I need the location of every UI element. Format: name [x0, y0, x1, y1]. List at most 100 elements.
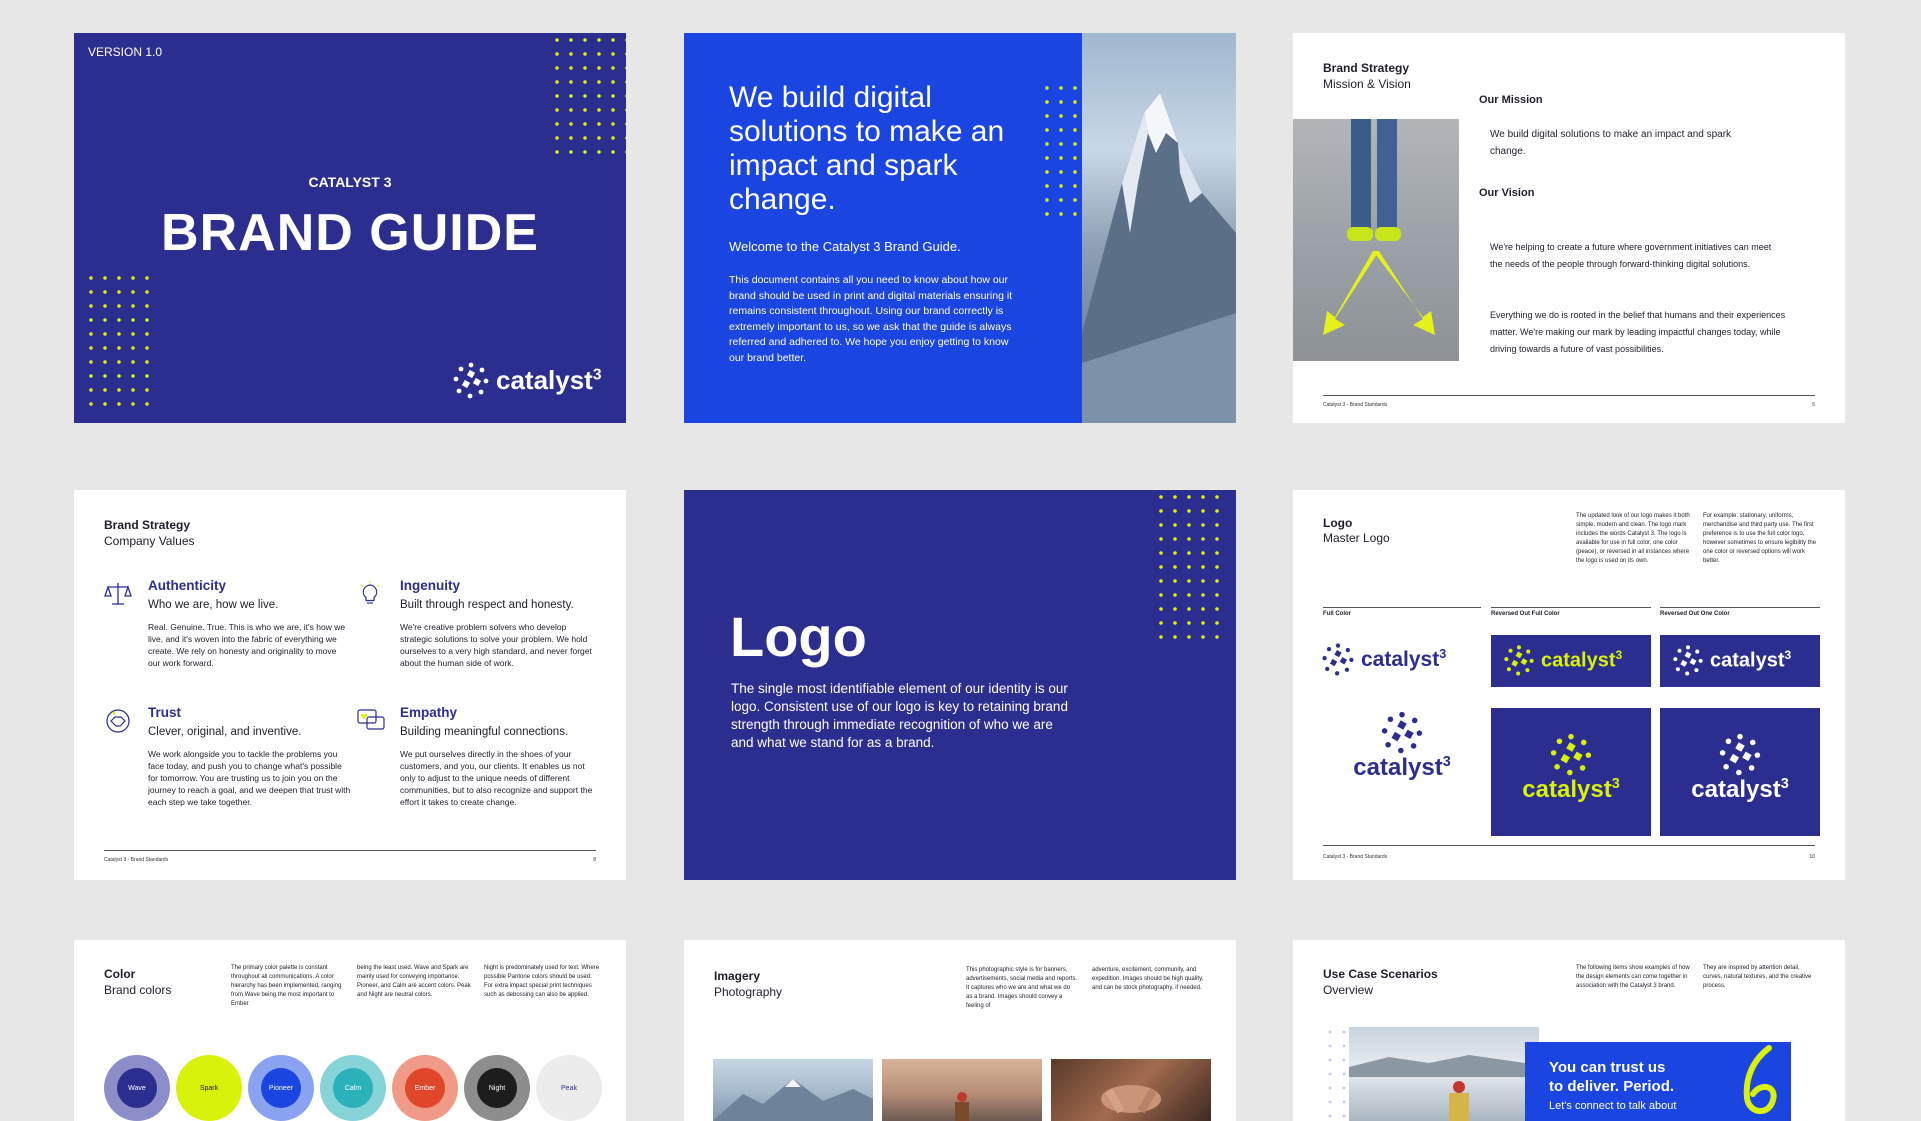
logo-full-color-horizontal: catalyst3 — [1321, 642, 1446, 676]
footer-rule — [1323, 845, 1815, 846]
color-swatch: Night — [464, 1055, 530, 1121]
dot-pattern — [1040, 81, 1084, 221]
dot-pattern — [84, 271, 150, 411]
value-title: Trust — [148, 705, 182, 720]
page-number: 8 — [593, 857, 596, 863]
section-subtitle: Brand colors — [104, 983, 172, 997]
value-tagline: Building meaningful connections. — [400, 726, 569, 738]
section-title: Color — [104, 967, 136, 981]
color-swatch-label: Calm — [344, 1084, 362, 1092]
chat-heart-icon — [357, 709, 385, 730]
section-subtitle: Mission & Vision — [1323, 77, 1411, 91]
logo-reversed-full-horizontal: catalyst3 — [1491, 635, 1651, 687]
logo-reversed-full-stacked: catalyst3 — [1491, 708, 1651, 836]
cover-pretitle: CATALYST 3 — [308, 174, 392, 190]
logo-usage-text: For example: stationary, uniforms, merch… — [1703, 513, 1817, 564]
imagery-text-1: This photographic style is for banners, … — [966, 967, 1078, 1009]
color-text-3: Night is predominately used for text. Wh… — [484, 965, 600, 998]
catalyst-mark-icon — [1504, 645, 1534, 676]
cover-title: BRAND GUIDE — [161, 204, 539, 262]
handshake-icon — [106, 709, 130, 733]
footer-rule — [1323, 395, 1815, 396]
photo-hiker-sunset — [882, 1059, 1042, 1121]
label-reversed-one: Reversed Out One Color — [1660, 607, 1820, 617]
catalyst-mark-icon — [1673, 645, 1703, 676]
use-case-text-1: The following items show examples of how… — [1576, 965, 1690, 989]
logo-reversed-one-stacked: catalyst3 — [1660, 708, 1820, 836]
mockup-blue-card: You can trust us to deliver. Period. Let… — [1525, 1042, 1791, 1121]
section-title: Brand Strategy — [104, 518, 191, 532]
dot-pattern — [1154, 490, 1224, 640]
color-swatch-label: Wave — [128, 1084, 146, 1092]
scales-icon — [104, 583, 132, 605]
catalyst-mark-icon — [1381, 711, 1423, 754]
value-body: Real. Genuine. True. This is who we are,… — [148, 622, 346, 668]
version-label: VERSION 1.0 — [88, 45, 163, 59]
six-mark-icon — [1743, 1045, 1777, 1114]
catalyst-mark-icon — [1322, 643, 1354, 676]
catalyst-mark-icon — [453, 362, 489, 399]
footer-text: Catalyst 3 - Brand Standards — [1323, 854, 1388, 860]
value-tagline: Clever, original, and inventive. — [148, 726, 302, 738]
color-swatch: Spark — [176, 1055, 242, 1121]
catalyst-mark-icon — [1550, 733, 1592, 776]
vision-text-2: Everything we do is rooted in the belief… — [1490, 310, 1786, 354]
section-title: Use Case Scenarios — [1323, 967, 1438, 981]
footer-rule — [104, 850, 596, 851]
color-swatch-label: Peak — [561, 1084, 577, 1092]
value-body: We work alongside you to tackle the prob… — [148, 749, 351, 807]
logo-wordmark: catalyst3 — [1522, 776, 1620, 803]
value-title: Empathy — [400, 705, 458, 720]
label-reversed-full: Reversed Out Full Color — [1491, 607, 1651, 617]
value-tagline: Who we are, how we live. — [148, 599, 279, 611]
color-text-1: The primary color palette is constant th… — [231, 965, 342, 1007]
color-swatch: Wave — [104, 1055, 170, 1121]
card-headline: You can trust us to deliver. Period. — [1549, 1059, 1675, 1095]
section-subtitle: Photography — [714, 985, 783, 999]
mountain-photo — [1082, 33, 1236, 423]
logo-full-color-stacked: catalyst3 — [1323, 710, 1481, 820]
slide-cover: VERSION 1.0 CATALYST 3 BRAND GUIDE catal… — [74, 33, 626, 423]
section-subtitle: Master Logo — [1323, 531, 1390, 545]
color-swatch: Ember — [392, 1055, 458, 1121]
shoes-arrow-illustration — [1323, 119, 1435, 335]
mission-heading: Our Mission — [1479, 94, 1543, 106]
dot-pattern — [550, 33, 626, 163]
vision-text-1: We're helping to create a future where g… — [1490, 242, 1772, 269]
use-case-text-2: They are inspired by attention detail, c… — [1703, 965, 1812, 989]
slide-brand-colors: Color Brand colors The primary color pal… — [74, 940, 626, 1121]
value-title: Authenticity — [148, 578, 227, 593]
section-title: Imagery — [714, 969, 761, 983]
section-title: Logo — [1323, 516, 1353, 530]
section-subtitle: Overview — [1323, 983, 1374, 997]
intro-body: This document contains all you need to k… — [729, 274, 1013, 364]
value-title: Ingenuity — [400, 578, 460, 593]
slide-mission-vision: Brand Strategy Mission & Vision Our Miss… — [1293, 33, 1845, 423]
slide-master-logo: Logo Master Logo The updated look of our… — [1293, 490, 1845, 880]
logo-wordmark: catalyst3 — [496, 364, 602, 395]
color-swatch: Peak — [536, 1055, 602, 1121]
catalyst-mark-icon — [1719, 733, 1761, 776]
color-swatch: Pioneer — [248, 1055, 314, 1121]
logo-wordmark: catalyst3 — [1710, 647, 1792, 672]
intro-welcome: Welcome to the Catalyst 3 Brand Guide. — [729, 239, 961, 254]
page-number: 5 — [1812, 402, 1815, 408]
card-subtext: Let's connect to talk about — [1549, 1100, 1677, 1112]
label-full-color: Full Color — [1323, 607, 1481, 617]
color-swatch-label: Ember — [414, 1084, 436, 1092]
section-subtitle: Company Values — [104, 534, 195, 548]
value-body: We put ourselves directly in the shoes o… — [400, 749, 593, 807]
photo-mountains — [713, 1059, 873, 1121]
logo-section-body: The single most identifiable element of … — [731, 681, 1068, 750]
shoes-arrow-photo — [1293, 119, 1459, 361]
catalyst-logo: catalyst3 — [452, 361, 602, 399]
value-body: We're creative problem solvers who devel… — [400, 622, 592, 668]
intro-headline: We build digital solutions to make an im… — [729, 81, 1005, 216]
slide-company-values: Brand Strategy Company Values Authentici… — [74, 490, 626, 880]
color-text-2: being the least used. Wave and Spark are… — [357, 965, 471, 998]
logo-wordmark: catalyst3 — [1541, 647, 1623, 672]
imagery-text-2: adventure, excitement, community, and ex… — [1092, 967, 1204, 991]
mission-text: We build digital solutions to make an im… — [1490, 129, 1732, 157]
slide-use-cases: Use Case Scenarios Overview The followin… — [1293, 940, 1845, 1121]
color-swatch-label: Night — [488, 1084, 506, 1092]
